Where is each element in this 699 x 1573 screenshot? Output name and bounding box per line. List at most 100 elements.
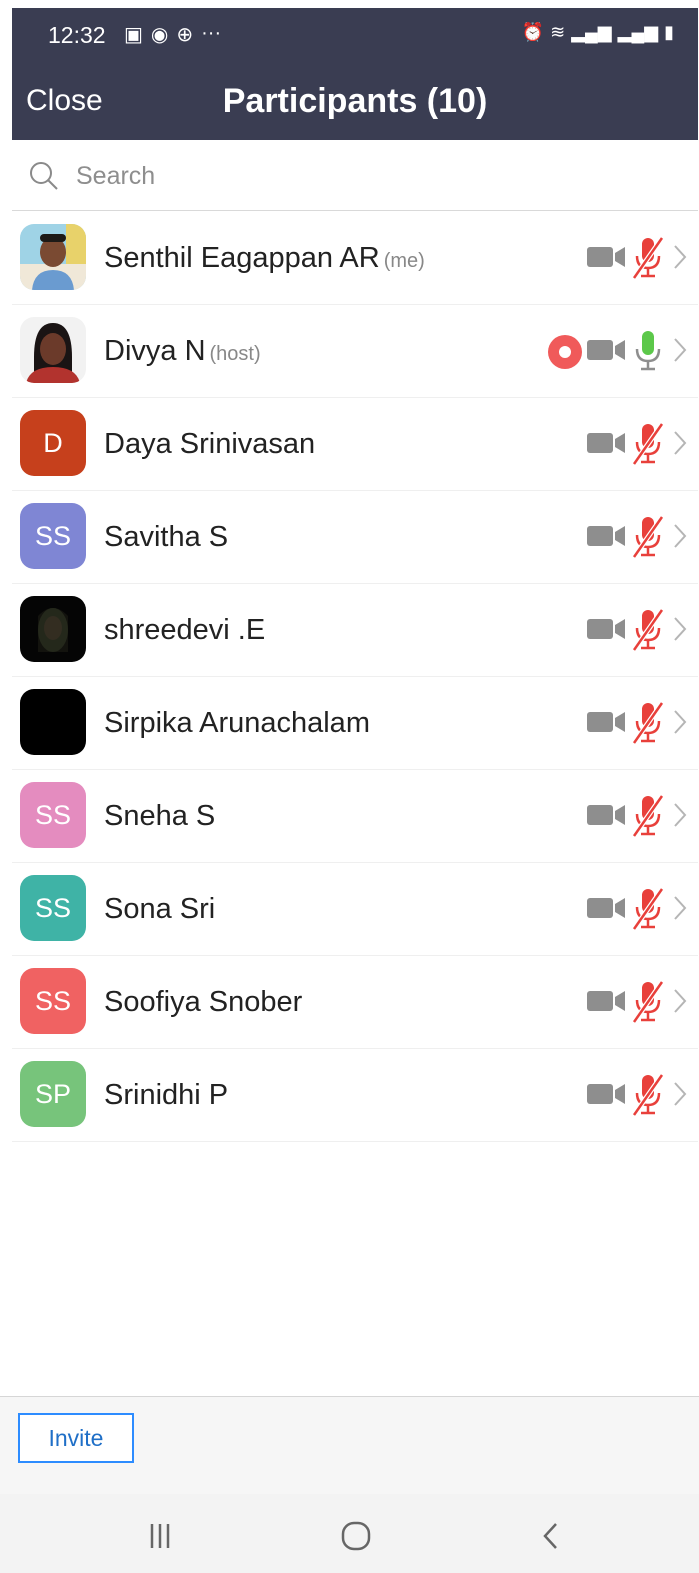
avatar <box>20 224 86 290</box>
participant-name: Soofiya Snober <box>104 986 302 1019</box>
chevron-right-icon[interactable] <box>672 707 688 737</box>
participant-row[interactable]: Divya N (host) <box>12 305 698 398</box>
recording-icon <box>548 335 582 369</box>
chevron-right-icon[interactable] <box>672 335 688 365</box>
signal-icon: ▂▄▆ <box>571 22 612 42</box>
video-off-icon[interactable] <box>587 895 627 921</box>
system-nav-bar <box>0 1494 699 1573</box>
participant-name-text: Srinidhi P <box>104 1079 229 1111</box>
participant-name-text: Senthil Eagappan AR <box>104 242 380 274</box>
chevron-right-icon[interactable] <box>672 800 688 830</box>
participant-row[interactable]: SS Soofiya Snober <box>12 956 698 1049</box>
participant-name-text: Sneha S <box>104 800 216 832</box>
chevron-right-icon[interactable] <box>672 1079 688 1109</box>
video-off-icon[interactable] <box>587 337 627 363</box>
home-icon[interactable] <box>336 1516 376 1556</box>
participant-row[interactable]: SS Savitha S <box>12 491 698 584</box>
status-time: 12:32 <box>48 22 106 48</box>
chevron-right-icon[interactable] <box>672 242 688 272</box>
status-bar: 12:32 ▣ ◉ ⊕ ··· ⏰ ≋ ▂▄▆ ▂▄▆ ▮ <box>12 8 698 66</box>
avatar <box>20 596 86 662</box>
mic-muted-icon[interactable] <box>630 236 666 280</box>
avatar: D <box>20 410 86 476</box>
video-off-icon[interactable] <box>587 430 627 456</box>
recent-apps-icon[interactable] <box>140 1516 180 1556</box>
chevron-right-icon[interactable] <box>672 986 688 1016</box>
participant-name: Savitha S <box>104 521 228 554</box>
participant-name: Daya Srinivasan <box>104 428 315 461</box>
avatar: SS <box>20 503 86 569</box>
whatsapp-icon: ◉ <box>150 24 169 46</box>
video-off-icon[interactable] <box>587 802 627 828</box>
participant-name-text: shreedevi .E <box>104 614 266 646</box>
video-off-icon[interactable] <box>587 709 627 735</box>
participant-name: Senthil Eagappan AR (me) <box>104 242 425 275</box>
participant-name-text: Sona Sri <box>104 893 216 925</box>
participant-row[interactable]: Senthil Eagappan AR (me) <box>12 212 698 305</box>
participant-name-text: Soofiya Snober <box>104 986 303 1018</box>
avatar: SS <box>20 782 86 848</box>
participant-name: Sirpika Arunachalam <box>104 707 370 740</box>
status-icons-left: ▣ ◉ ⊕ ··· <box>124 22 221 47</box>
mic-muted-icon[interactable] <box>630 701 666 745</box>
participant-name: Srinidhi P <box>104 1079 228 1112</box>
participant-name-text: Divya N <box>104 335 206 367</box>
participant-row[interactable]: SS Sona Sri <box>12 863 698 956</box>
search-icon <box>30 162 58 190</box>
avatar-initials: SP <box>34 1078 72 1109</box>
header: Close Participants (10) <box>12 66 698 140</box>
signal-icon: ▂▄▆ <box>617 22 659 42</box>
avatar-initials: SS <box>34 799 72 830</box>
more-notifications-icon: ··· <box>201 22 222 44</box>
gallery-icon: ▣ <box>124 24 143 46</box>
mic-muted-icon[interactable] <box>630 515 666 559</box>
participant-name-text: Sirpika Arunachalam <box>104 707 370 739</box>
avatar-initials: SS <box>34 520 72 551</box>
mic-on-icon[interactable] <box>630 329 666 373</box>
participant-name: Sona Sri <box>104 893 215 926</box>
participant-role-tag: (host) <box>209 343 261 365</box>
participant-name: Sneha S <box>104 800 215 833</box>
mic-muted-icon[interactable] <box>630 794 666 838</box>
chevron-right-icon[interactable] <box>672 521 688 551</box>
search-bar <box>12 140 698 211</box>
participant-name-text: Savitha S <box>104 521 229 553</box>
mic-muted-icon[interactable] <box>630 980 666 1024</box>
chevron-right-icon[interactable] <box>672 893 688 923</box>
invite-button[interactable]: Invite <box>18 1413 134 1463</box>
mic-muted-icon[interactable] <box>630 608 666 652</box>
search-input[interactable] <box>74 158 658 194</box>
mic-muted-icon[interactable] <box>630 887 666 931</box>
participant-row[interactable]: SS Sneha S <box>12 770 698 863</box>
avatar: SS <box>20 875 86 941</box>
participant-row[interactable]: D Daya Srinivasan <box>12 398 698 491</box>
back-icon[interactable] <box>532 1516 572 1556</box>
chevron-right-icon[interactable] <box>672 614 688 644</box>
mic-muted-icon[interactable] <box>630 1073 666 1117</box>
video-off-icon[interactable] <box>587 988 627 1014</box>
participant-name-text: Daya Srinivasan <box>104 428 316 460</box>
video-off-icon[interactable] <box>587 1081 627 1107</box>
video-off-icon[interactable] <box>587 244 627 270</box>
page-title: Participants (10) <box>222 82 488 120</box>
bottom-bar: Invite <box>0 1396 699 1495</box>
wifi-icon: ≋ <box>550 22 566 42</box>
participant-row[interactable]: Sirpika Arunachalam <box>12 677 698 770</box>
participant-row[interactable]: SP Srinidhi P <box>12 1049 698 1142</box>
status-icons-right: ⏰ ≋ ▂▄▆ ▂▄▆ ▮ <box>522 22 674 43</box>
chevron-right-icon[interactable] <box>672 428 688 458</box>
avatar-initials: D <box>43 427 63 458</box>
avatar <box>20 689 86 755</box>
video-off-icon[interactable] <box>587 616 627 642</box>
battery-icon: ▮ <box>664 22 674 42</box>
participant-name: shreedevi .E <box>104 614 265 647</box>
avatar-initials: SS <box>34 985 72 1016</box>
video-off-icon[interactable] <box>587 523 627 549</box>
avatar: SS <box>20 968 86 1034</box>
mic-muted-icon[interactable] <box>630 422 666 466</box>
participant-list: Senthil Eagappan AR (me) Divya N (host) D Day… <box>12 212 698 1142</box>
avatar: SP <box>20 1061 86 1127</box>
participant-row[interactable]: shreedevi .E <box>12 584 698 677</box>
avatar <box>20 317 86 383</box>
participant-name: Divya N (host) <box>104 335 261 368</box>
